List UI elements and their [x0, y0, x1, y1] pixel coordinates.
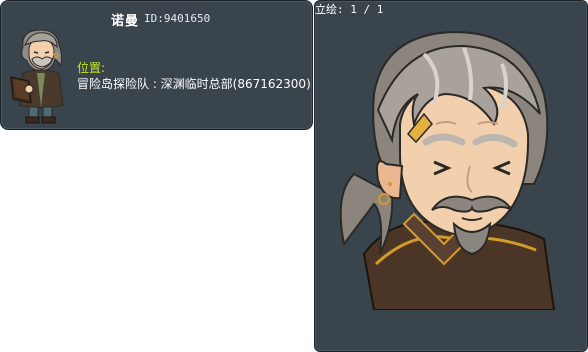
npc-id: ID:9401650	[144, 12, 211, 25]
npc-sprite-icon	[10, 29, 64, 124]
npc-name: 诺曼	[111, 14, 140, 29]
npc-portrait-icon	[339, 30, 556, 310]
location-value: 冒险岛探险队 : 深渊临时总部(867162300)	[77, 77, 311, 91]
location-label: 位置:	[77, 61, 106, 75]
illustration-caption: 立绘: 1 / 1	[315, 3, 384, 16]
npc-info-panel: 诺曼 ID:9401650 位置: 冒险岛探险队 : 深渊临时总部(867162…	[0, 0, 313, 130]
